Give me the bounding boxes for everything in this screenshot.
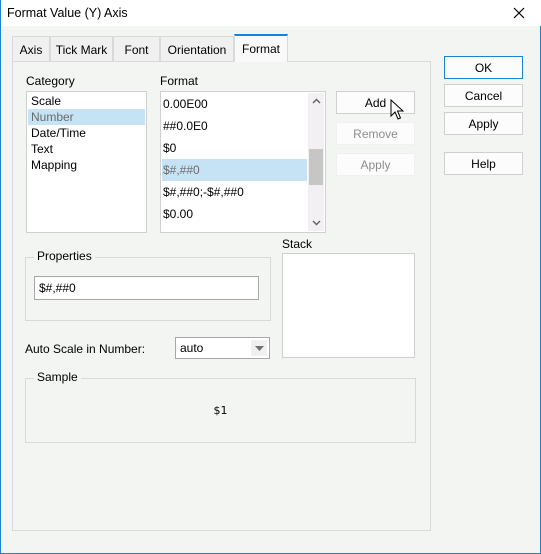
- format-item[interactable]: 0.00E00: [162, 93, 307, 115]
- tab-label: Font: [124, 42, 149, 57]
- category-label: Category: [26, 74, 75, 88]
- chevron-up-icon: [312, 98, 320, 104]
- format-item[interactable]: $#,##0;-$#,##0: [162, 181, 307, 203]
- button-label: Remove: [353, 126, 398, 141]
- button-label: Apply: [360, 157, 391, 172]
- scroll-up-button[interactable]: [308, 93, 324, 109]
- auto-scale-value: auto: [180, 341, 204, 355]
- format-list-scrollbar[interactable]: [308, 93, 324, 231]
- button-label: Apply: [468, 116, 499, 131]
- remove-format-button[interactable]: Remove: [336, 122, 415, 145]
- sample-group: Sample $1: [25, 370, 416, 443]
- tab-label: Format: [241, 42, 280, 56]
- auto-scale-dropdown[interactable]: auto: [175, 337, 270, 359]
- category-item-mapping[interactable]: Mapping: [28, 157, 145, 173]
- format-label: Format: [160, 74, 199, 88]
- triangle-down-icon: [254, 345, 264, 351]
- properties-label: Properties: [34, 249, 95, 263]
- format-list[interactable]: 0.00E00 ##0.0E0 $0 $#,##0 $#,##0;-$#,##0…: [160, 91, 326, 233]
- window-title: Format Value (Y) Axis: [7, 6, 128, 20]
- chevron-down-icon: [312, 220, 320, 226]
- sample-value: $1: [213, 404, 228, 417]
- properties-input[interactable]: $#,##0: [34, 276, 259, 300]
- apply-format-button[interactable]: Apply: [336, 153, 415, 176]
- button-label: Cancel: [464, 88, 503, 103]
- scroll-down-button[interactable]: [308, 215, 324, 231]
- properties-group: Properties $#,##0: [25, 249, 271, 321]
- tab-label: Tick Mark: [55, 42, 108, 57]
- stack-label: Stack: [282, 237, 313, 251]
- button-label: Add: [364, 95, 387, 110]
- tab-axis[interactable]: Axis: [12, 36, 50, 62]
- close-button[interactable]: [496, 0, 541, 26]
- mouse-pointer-icon: [390, 99, 404, 120]
- category-item-text[interactable]: Text: [28, 141, 145, 157]
- category-item-number[interactable]: Number: [28, 109, 145, 125]
- category-item-scale[interactable]: Scale: [28, 93, 145, 109]
- format-item[interactable]: $0.00: [162, 203, 307, 225]
- button-label: OK: [474, 60, 493, 75]
- tab-font[interactable]: Font: [113, 36, 160, 62]
- sample-label: Sample: [34, 370, 81, 384]
- ok-button[interactable]: OK: [444, 56, 523, 79]
- apply-button[interactable]: Apply: [444, 112, 523, 135]
- category-item-date-time[interactable]: Date/Time: [28, 125, 145, 141]
- auto-scale-label: Auto Scale in Number:: [25, 342, 146, 356]
- format-item[interactable]: $0: [162, 137, 307, 159]
- scroll-thumb[interactable]: [309, 149, 323, 185]
- button-label: Help: [471, 156, 496, 171]
- format-item-selected[interactable]: $#,##0: [162, 159, 307, 181]
- format-tab-panel: Category Scale Number Date/Time Text Map…: [12, 61, 431, 531]
- tab-label: Axis: [19, 42, 43, 57]
- format-axis-dialog: Format Value (Y) Axis Axis Tick Mark Fon…: [0, 0, 541, 554]
- tab-orientation[interactable]: Orientation: [160, 36, 234, 62]
- dropdown-arrow-button[interactable]: [251, 340, 267, 356]
- format-item[interactable]: ##0.0E0: [162, 115, 307, 137]
- stack-list[interactable]: [282, 253, 415, 358]
- help-button[interactable]: Help: [444, 152, 523, 175]
- category-list[interactable]: Scale Number Date/Time Text Mapping: [26, 91, 147, 233]
- tab-tick-mark[interactable]: Tick Mark: [50, 36, 113, 62]
- close-icon: [513, 7, 525, 19]
- cancel-button[interactable]: Cancel: [444, 84, 523, 107]
- tab-label: Orientation: [167, 42, 227, 57]
- title-bar: Format Value (Y) Axis: [1, 0, 541, 26]
- tab-format[interactable]: Format: [234, 34, 288, 62]
